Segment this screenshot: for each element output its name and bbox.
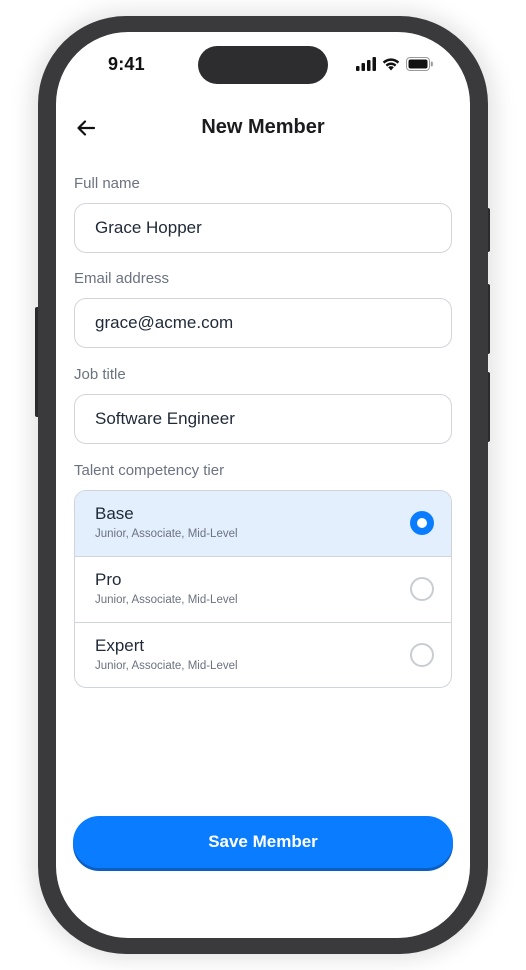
tier-option-base[interactable]: Base Junior, Associate, Mid-Level <box>75 491 451 557</box>
tier-description: Junior, Associate, Mid-Level <box>95 594 238 606</box>
battery-icon <box>406 57 434 71</box>
status-icons <box>356 55 446 73</box>
email-field[interactable]: grace@acme.com <box>74 298 452 348</box>
tier-option-pro[interactable]: Pro Junior, Associate, Mid-Level <box>75 556 451 622</box>
status-bar: 9:41 <box>56 32 470 96</box>
tier-name: Base <box>95 504 134 523</box>
job-title-label: Job title <box>74 366 126 383</box>
status-time: 9:41 <box>108 54 145 74</box>
email-label: Email address <box>74 270 170 287</box>
job-title-field[interactable]: Software Engineer <box>74 394 452 444</box>
wifi-icon <box>382 57 400 71</box>
tier-radio-group: Base Junior, Associate, Mid-Level Pro Ju… <box>74 490 452 688</box>
page-title: New Member <box>201 116 325 138</box>
app-screen: 9:41 New Member Full name Grace Hopper E… <box>56 32 470 938</box>
save-member-button[interactable]: Save Member <box>73 816 453 868</box>
full-name-label: Full name <box>74 175 140 192</box>
radio-selected-icon[interactable] <box>410 511 434 535</box>
tier-description: Junior, Associate, Mid-Level <box>95 660 238 672</box>
tier-name: Expert <box>95 636 145 655</box>
tier-option-expert[interactable]: Expert Junior, Associate, Mid-Level <box>75 622 451 687</box>
nav-bar: New Member <box>56 110 470 150</box>
tier-name: Pro <box>95 570 122 589</box>
radio-unselected-icon[interactable] <box>410 577 434 601</box>
cellular-signal-icon <box>356 57 376 71</box>
full-name-field[interactable]: Grace Hopper <box>74 203 452 253</box>
tier-label: Talent competency tier <box>74 462 225 479</box>
tier-description: Junior, Associate, Mid-Level <box>95 528 238 540</box>
radio-unselected-icon[interactable] <box>410 643 434 667</box>
dynamic-island <box>198 46 328 84</box>
